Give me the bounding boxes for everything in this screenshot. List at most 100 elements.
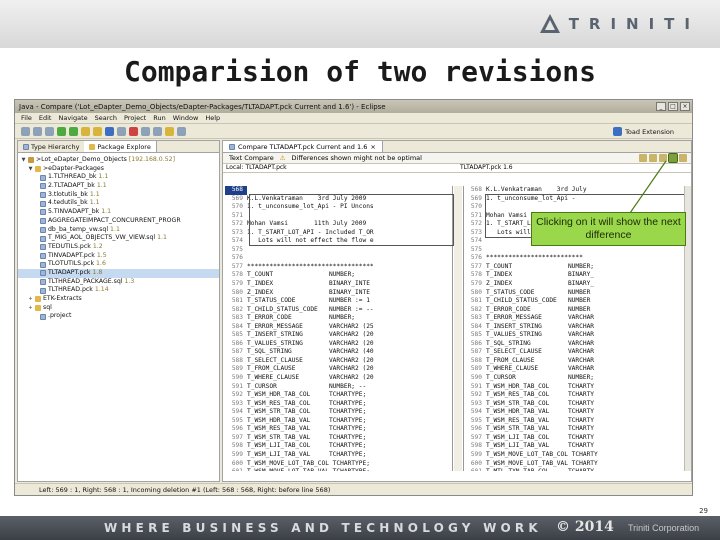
maximize-button[interactable]: □ xyxy=(668,102,678,111)
page-number: 29 xyxy=(699,507,708,515)
tree-label: ETK-Extracts xyxy=(43,295,82,302)
line-number: 584 xyxy=(470,322,482,330)
tree-version: 1.1 xyxy=(98,173,109,181)
line-text: T_INSERT_STRING VARCHAR xyxy=(486,322,595,330)
expand-icon[interactable]: + xyxy=(28,304,33,313)
line-text: T_WSM_RES_TAB_COL TCHARTYPE; xyxy=(247,399,367,407)
new-class-icon[interactable] xyxy=(93,126,102,136)
code-line: 569 1. t_unconsume_lot_Api - xyxy=(464,195,683,204)
tab-type-hierarchy[interactable]: Type Hierarchy xyxy=(18,141,84,152)
main-toolbar: Toad Extension xyxy=(15,124,692,139)
tree-etk-folder[interactable]: + ETK-Extracts xyxy=(18,295,219,304)
copy-left-icon[interactable] xyxy=(639,154,647,162)
line-number: 592 xyxy=(470,391,482,399)
tree-file[interactable]: 1.TLTHREAD_bk 1.1 xyxy=(18,173,219,182)
tree-file[interactable]: TLTHREAD.pck 1.14 xyxy=(18,286,219,295)
new-icon[interactable] xyxy=(21,126,30,136)
code-line: 574 Lots will not effect the flow e xyxy=(225,237,452,246)
forward-icon[interactable] xyxy=(153,126,162,136)
file-icon xyxy=(40,313,46,320)
line-text: T_WSM_RES_TAB_COL TCHARTY xyxy=(486,391,595,399)
code-line: 577 T_COUNT NUMBER; xyxy=(464,263,683,272)
line-text: Z_INDEX BINARY_INTE xyxy=(247,288,370,296)
line-text: T_WSM_HDR_TAB_VAL TCHARTY xyxy=(486,408,595,416)
tree-version: 1.1 xyxy=(89,199,100,207)
debug-icon[interactable] xyxy=(69,126,78,136)
tree-file[interactable]: AGGREGATEIMPACT_CONCURRENT_PROGR xyxy=(18,217,219,226)
code-line: 578 T_COUNT NUMBER; xyxy=(225,271,452,280)
tree-file[interactable]: TLTADAPT.pck 1.8 xyxy=(18,268,219,278)
tree-file[interactable]: TLOTUTILS.pck 1.6 xyxy=(18,260,219,269)
menu-run[interactable]: Run xyxy=(153,114,165,122)
code-line: 586 T_VALUES_STRING VARCHAR2 (20 xyxy=(225,340,452,349)
line-text: T_INSERT_STRING VARCHAR2 (20 xyxy=(247,331,374,339)
tree-project[interactable]: ▼ >Lot_eDapter_Demo_Objects [192.168.0.5… xyxy=(18,156,219,165)
package-icon xyxy=(89,143,96,150)
next-change-icon[interactable] xyxy=(679,154,687,162)
open-type-icon[interactable] xyxy=(105,126,114,136)
menu-navigate[interactable]: Navigate xyxy=(58,114,87,122)
code-line: 569 K.L.Venkatraman 3rd July 2009 xyxy=(225,195,452,204)
search-icon[interactable] xyxy=(117,126,126,136)
tree-label: .project xyxy=(48,312,72,320)
line-number: 581 xyxy=(470,297,482,305)
tree-project-file[interactable]: .project xyxy=(18,312,219,321)
run-icon[interactable] xyxy=(57,126,66,136)
close-tab-icon[interactable]: × xyxy=(370,143,375,151)
line-text: T_CURSOR NUMBER; xyxy=(486,374,595,382)
tree-file[interactable]: 3.tlotutils_bk 1.1 xyxy=(18,191,219,200)
line-number: 570 xyxy=(231,203,243,211)
tab-compare[interactable]: Compare TLTADAPT.pck Current and 1.6 × xyxy=(223,141,383,152)
line-number: 596 xyxy=(231,425,243,433)
menu-project[interactable]: Project xyxy=(124,114,146,122)
menu-edit[interactable]: Edit xyxy=(39,114,52,122)
tree-file[interactable]: TEDUTILS.pck 1.2 xyxy=(18,243,219,252)
expand-icon[interactable]: + xyxy=(28,295,33,304)
code-line: 583 T_ERROR_MESSAGE VARCHAR xyxy=(464,314,683,323)
code-line: 587 T_SQL_STRING VARCHAR2 (40 xyxy=(225,348,452,357)
pin-icon[interactable] xyxy=(177,126,186,136)
tree-sql-folder[interactable]: + sql xyxy=(18,304,219,313)
tree-file[interactable]: T_MIG_AOL_OBJECTS_VW_VIEW.sql 1.1 xyxy=(18,234,219,243)
tab-package-explorer[interactable]: Package Explore xyxy=(84,141,157,152)
annotation-icon[interactable] xyxy=(165,126,174,136)
tree-file[interactable]: TLTHREAD_PACKAGE.sql 1.3 xyxy=(18,278,219,287)
tab-label: Type Hierarchy xyxy=(31,142,80,151)
stop-icon[interactable] xyxy=(129,126,138,136)
line-number: 591 xyxy=(231,382,243,390)
code-line: 592 T_WSM_HDR_TAB_COL TCHARTYPE; xyxy=(225,391,452,400)
code-line: 601T_WSM_MOVE_LOT TAB VAL TCHARTYPE; xyxy=(225,468,452,471)
tree-file[interactable]: TINVADAPT.pck 1.5 xyxy=(18,252,219,261)
code-line: 594 T_WSM_STR_TAB_COL TCHARTYPE; xyxy=(225,408,452,417)
line-text: 1. T_START_LOT_API - Included T_OR xyxy=(247,228,374,236)
line-number: 601 xyxy=(225,468,247,471)
minimize-button[interactable]: _ xyxy=(656,102,666,111)
copy-right-icon[interactable] xyxy=(649,154,657,162)
close-button[interactable]: × xyxy=(680,102,690,111)
previous-difference-icon[interactable] xyxy=(659,154,667,162)
menu-file[interactable]: File xyxy=(21,114,32,122)
new-package-icon[interactable] xyxy=(81,126,90,136)
collapse-icon[interactable]: ▼ xyxy=(21,156,26,165)
code-line: 579 T_INDEX BINARY_INTE xyxy=(225,280,452,289)
tree-folder[interactable]: ▼ >eDapter-Packages xyxy=(18,165,219,174)
tree-file[interactable]: 4.tedutils_bk 1.1 xyxy=(18,199,219,208)
menu-help[interactable]: Help xyxy=(205,114,220,122)
tree-file[interactable]: db_ba_temp_vw.sql 1.1 xyxy=(18,226,219,235)
tree-file[interactable]: 2.TLTADAPT_bk 1.1 xyxy=(18,182,219,191)
menu-window[interactable]: Window xyxy=(173,114,199,122)
back-icon[interactable] xyxy=(141,126,150,136)
menu-search[interactable]: Search xyxy=(95,114,117,122)
tree-file[interactable]: 5.TINVADAPT_bk 1.1 xyxy=(18,208,219,217)
save-icon[interactable] xyxy=(33,126,42,136)
file-icon xyxy=(40,287,46,294)
tree-label: TLTHREAD_PACKAGE.sql xyxy=(48,277,123,285)
left-compare-pane[interactable]: 568 569 K.L.Venkatraman 3rd July 2009 570 1.… xyxy=(225,186,453,471)
next-difference-callout: Clicking on it will show the next differ… xyxy=(531,212,686,246)
collapse-icon[interactable]: ▼ xyxy=(28,165,33,174)
file-icon xyxy=(40,218,46,225)
print-icon[interactable] xyxy=(45,126,54,136)
toad-extension-perspective[interactable]: Toad Extension xyxy=(613,127,674,136)
code-line: 593 T_WSM_STR_TAB_COL TCHARTY xyxy=(464,400,683,409)
next-difference-icon[interactable] xyxy=(668,153,678,163)
